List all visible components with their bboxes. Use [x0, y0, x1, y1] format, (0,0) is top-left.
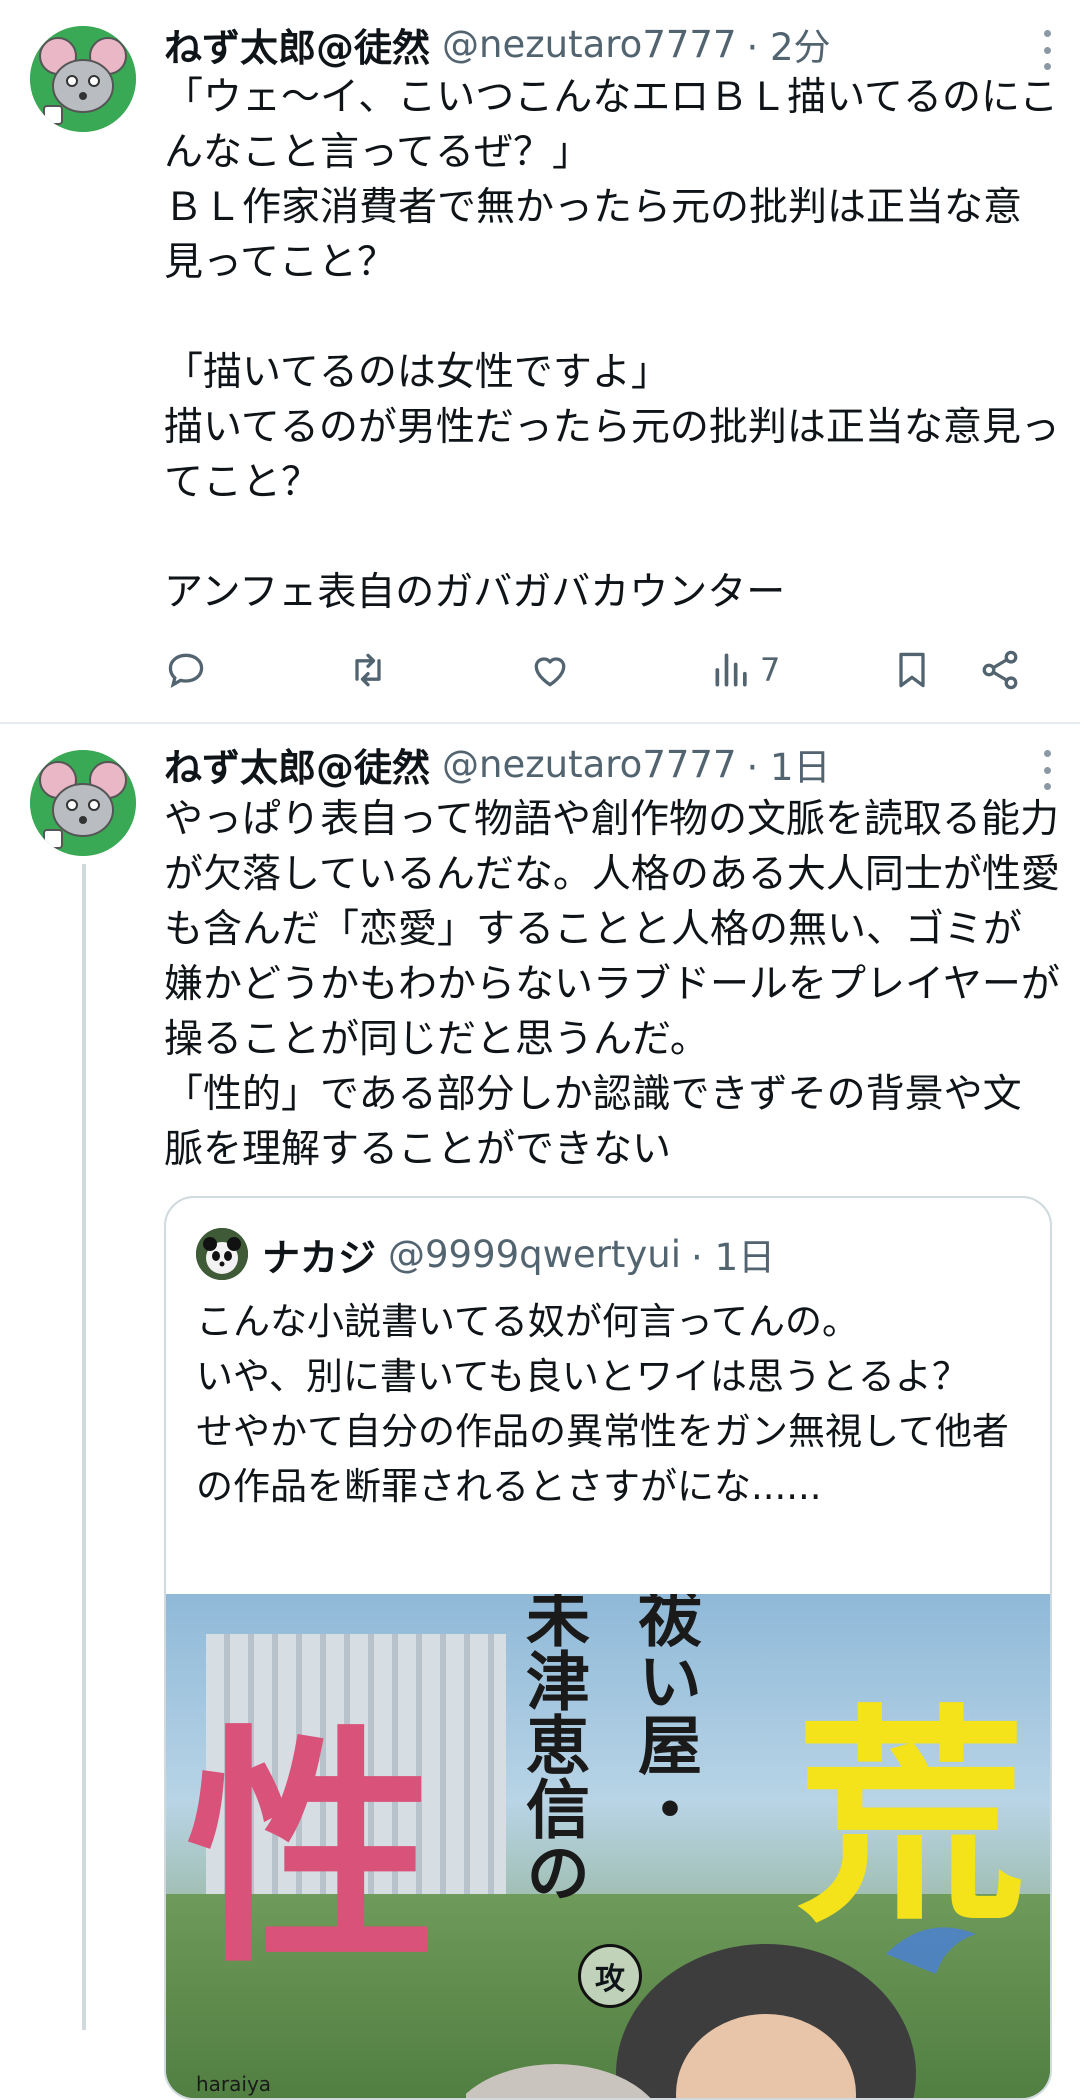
cover-title-line-1: 祓い屋・	[627, 1594, 702, 1840]
cover-badge: 攻	[578, 1944, 642, 2008]
quote-header: ナカジ @9999qwertyui · 1日	[196, 1226, 775, 1282]
tweet-text: 「ウェ〜イ、こいつこんなエロＢＬ描いてるのにこんなこと言ってるぜ？」 ＢＬ作家消…	[164, 75, 1060, 615]
cover-badge-text: 攻	[595, 1962, 625, 1997]
reply-icon	[168, 653, 204, 689]
quote-display-name[interactable]: ナカジ	[262, 1227, 376, 1282]
like-icon	[534, 657, 566, 687]
quote-image[interactable]: 祓い屋・ 未津恵信の 性 荒 攻 haraiya	[166, 1594, 1050, 2098]
more-icon[interactable]	[1032, 750, 1062, 790]
cover-title-line-2: 未津恵信の	[515, 1594, 590, 1904]
views-button[interactable]: 7	[710, 640, 780, 700]
quote-timestamp[interactable]: · 1日	[691, 1227, 775, 1281]
bookmark-button[interactable]	[890, 640, 934, 700]
tweet-header: ねず太郎@徒然 @nezutaro7777 · 1日	[164, 736, 1060, 792]
bookmark-icon	[899, 652, 925, 688]
timestamp[interactable]: · 2分	[746, 17, 830, 71]
like-button[interactable]	[528, 640, 572, 700]
avatar[interactable]	[30, 750, 136, 856]
retweet-button[interactable]	[346, 640, 390, 700]
share-icon	[982, 650, 1018, 690]
tweet-text: やっぱり表自って物語や創作物の文脈を読取る能力が欠落しているんだな。人格のある大…	[164, 797, 1060, 1172]
avatar[interactable]	[30, 26, 136, 132]
character-illustration	[466, 1927, 976, 2098]
quote-avatar[interactable]	[196, 1228, 248, 1280]
timestamp[interactable]: · 1日	[746, 737, 830, 791]
reply-button[interactable]	[164, 640, 208, 700]
views-icon	[715, 653, 747, 687]
tweet-header: ねず太郎@徒然 @nezutaro7777 · 2分	[164, 16, 1060, 72]
tweet-1[interactable]: ねず太郎@徒然 @nezutaro7777 · 2分 「ウェ〜イ、こいつこんなエ…	[0, 0, 1080, 722]
mouse-avatar-icon	[30, 750, 136, 856]
thread-line	[82, 864, 86, 2030]
share-button[interactable]	[978, 640, 1022, 700]
quote-text: こんな小説書いてる奴が何言ってんの。 いや、別に書いても良いとワイは思うとるよ？…	[196, 1300, 1009, 1508]
retweet-icon	[355, 653, 381, 687]
quoted-tweet[interactable]: ナカジ @9999qwertyui · 1日 こんな小説書いてる奴が何言ってんの…	[164, 1196, 1052, 2100]
user-handle[interactable]: @nezutaro7777	[442, 23, 736, 66]
display-name[interactable]: ねず太郎@徒然	[164, 17, 430, 72]
cover-title-large-left: 性	[186, 1702, 436, 1996]
cover-credit: haraiya	[196, 2072, 272, 2096]
more-icon[interactable]	[1032, 30, 1062, 70]
views-count: 7	[760, 651, 781, 689]
panda-avatar-icon	[196, 1228, 248, 1280]
user-handle[interactable]: @nezutaro7777	[442, 743, 736, 786]
action-bar: 7	[164, 640, 1060, 700]
display-name[interactable]: ねず太郎@徒然	[164, 737, 430, 792]
quote-user-handle[interactable]: @9999qwertyui	[388, 1233, 681, 1276]
mouse-avatar-icon	[30, 26, 136, 132]
